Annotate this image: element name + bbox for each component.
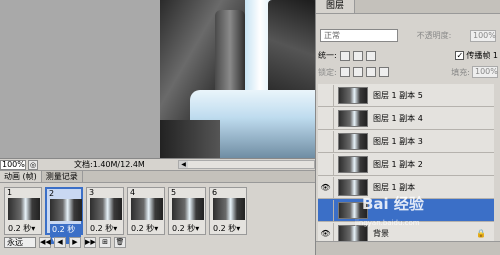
frame-1[interactable]: 1 0.2 秒▾: [4, 187, 42, 235]
zoom-field[interactable]: 100%: [0, 159, 26, 170]
status-bar: 100% ◎ 文档:1.40M/12.4M ▶ ◀: [0, 158, 315, 170]
play-icon[interactable]: ▶: [69, 237, 81, 248]
layer-name: 图层 1 副本 5: [373, 90, 423, 100]
frame-thumbnail: [213, 198, 245, 220]
frame-5[interactable]: 5 0.2 秒▾: [168, 187, 206, 235]
layer-row[interactable]: 图层 1 副本 3: [318, 130, 494, 153]
frame-strip: 1 0.2 秒▾ 2 0.2 秒▾ 3 0.2 秒▾ 4 0.2 秒▾ 5 0.…: [4, 187, 250, 244]
prev-frame-icon[interactable]: ◀: [54, 237, 66, 248]
visibility-toggle[interactable]: [318, 199, 334, 221]
tab-measurement-log[interactable]: 测量记录: [42, 171, 83, 182]
frame-delay[interactable]: 0.2 秒▾: [213, 223, 240, 234]
visibility-toggle[interactable]: [318, 130, 334, 152]
duplicate-frame-icon[interactable]: ⊞: [99, 237, 111, 248]
frame-6[interactable]: 6 0.2 秒▾: [209, 187, 247, 235]
opacity-field[interactable]: 100%: [469, 29, 496, 42]
lock-icon: 🔒: [476, 228, 486, 238]
animation-controls: 永远 ◀◀ ◀ ▶ ▶▶ ⊞ 🗑: [4, 237, 126, 248]
blend-opacity-row: 正常 不透明度: 100%: [320, 29, 496, 42]
tab-layers[interactable]: 图层: [316, 0, 356, 13]
document-workspace: [0, 0, 315, 158]
frame-thumbnail: [172, 198, 204, 220]
lock-position-icon[interactable]: [365, 67, 376, 77]
frame-thumbnail: [50, 199, 82, 221]
animation-tabs: 动画 (帧) 测量记录: [0, 171, 315, 183]
layer-row[interactable]: 图层 1 副本 2: [318, 153, 494, 176]
scroll-left-icon[interactable]: ◀: [179, 161, 188, 168]
next-frame-icon[interactable]: ▶▶: [84, 237, 96, 248]
tab-animation-frames[interactable]: 动画 (帧): [0, 171, 42, 182]
layers-bottom-toolbar: [316, 241, 500, 255]
lock-transparency-icon[interactable]: [339, 67, 350, 77]
lock-row: 锁定: 填充: 100%: [318, 66, 498, 78]
frame-thumbnail: [90, 198, 122, 220]
layer-thumbnail: [338, 155, 368, 173]
propagate-label: 传播帧 1: [466, 51, 498, 60]
frame-delay[interactable]: 0.2 秒▾: [172, 223, 199, 234]
frame-thumbnail: [8, 198, 40, 220]
blend-mode-select[interactable]: 正常: [320, 29, 398, 42]
unify-label: 统一:: [318, 51, 337, 60]
layers-panel: 图层 正常 不透明度: 100% 统一: ✓ 传播帧 1 锁定: 填充: 100…: [315, 0, 500, 255]
visibility-toggle[interactable]: [318, 107, 334, 129]
layer-thumbnail: [338, 224, 368, 242]
delete-frame-icon[interactable]: 🗑: [114, 237, 126, 248]
fill-field[interactable]: 100%: [472, 66, 498, 78]
layer-name: 图层 1 副本 2: [373, 159, 423, 169]
fill-control: 填充: 100%: [451, 66, 498, 78]
layer-name: 图层 1 副本 4: [373, 113, 423, 123]
fill-label: 填充:: [451, 67, 470, 77]
frame-3[interactable]: 3 0.2 秒▾: [86, 187, 124, 235]
layer-name: 背景: [373, 228, 389, 238]
visibility-toggle[interactable]: [318, 153, 334, 175]
frame-delay[interactable]: 0.2 秒▾: [90, 223, 117, 234]
layers-tabs: 图层: [316, 0, 500, 14]
unify-position-icon[interactable]: [339, 50, 350, 61]
frame-4[interactable]: 4 0.2 秒▾: [127, 187, 165, 235]
layer-row[interactable]: 图层 1 副本 4: [318, 107, 494, 130]
unify-row: 统一: ✓ 传播帧 1: [318, 50, 498, 61]
loop-select[interactable]: 永远: [4, 237, 36, 248]
layer-thumbnail: [338, 86, 368, 104]
first-frame-icon[interactable]: ◀◀: [39, 237, 51, 248]
lock-all-icon[interactable]: [378, 67, 389, 77]
frame-thumbnail: [131, 198, 163, 220]
unify-style-icon[interactable]: [365, 50, 376, 61]
eye-icon[interactable]: 👁: [318, 176, 334, 198]
zoom-menu-icon[interactable]: ◎: [28, 159, 38, 170]
layer-thumbnail: [338, 132, 368, 150]
layer-thumbnail: [338, 109, 368, 127]
frame-delay[interactable]: 0.2 秒▾: [8, 223, 35, 234]
baidu-watermark: Bai 经验: [362, 195, 424, 213]
layer-row[interactable]: 图层 1 副本 5: [318, 84, 494, 107]
opacity-label: 不透明度:: [416, 31, 452, 40]
layer-name: 图层 1 副本 3: [373, 136, 423, 146]
waterfall-image[interactable]: [160, 0, 315, 158]
frame-number: 3: [89, 188, 95, 197]
propagate-frame: ✓ 传播帧 1: [455, 50, 498, 61]
frame-number: 6: [212, 188, 218, 197]
watermark-url: jingyan.baidu.com: [355, 219, 420, 227]
frame-2[interactable]: 2 0.2 秒▾: [45, 187, 83, 244]
animation-panel: 动画 (帧) 测量记录 1 0.2 秒▾ 2 0.2 秒▾ 3 0.2 秒▾ 4…: [0, 170, 315, 255]
lock-pixels-icon[interactable]: [352, 67, 363, 77]
doc-size-info: 文档:1.40M/12.4M: [74, 160, 145, 169]
propagate-checkbox[interactable]: ✓: [455, 51, 465, 60]
frame-number: 4: [130, 188, 136, 197]
unify-visibility-icon[interactable]: [352, 50, 363, 61]
lock-label: 锁定:: [318, 67, 337, 77]
frame-number: 1: [7, 188, 13, 197]
frame-delay[interactable]: 0.2 秒▾: [131, 223, 158, 234]
layer-name: 图层 1 副本: [373, 182, 416, 192]
frame-number: 2: [49, 189, 55, 198]
horizontal-scrollbar[interactable]: ◀: [178, 160, 315, 169]
visibility-toggle[interactable]: [318, 84, 334, 106]
frame-number: 5: [171, 188, 177, 197]
